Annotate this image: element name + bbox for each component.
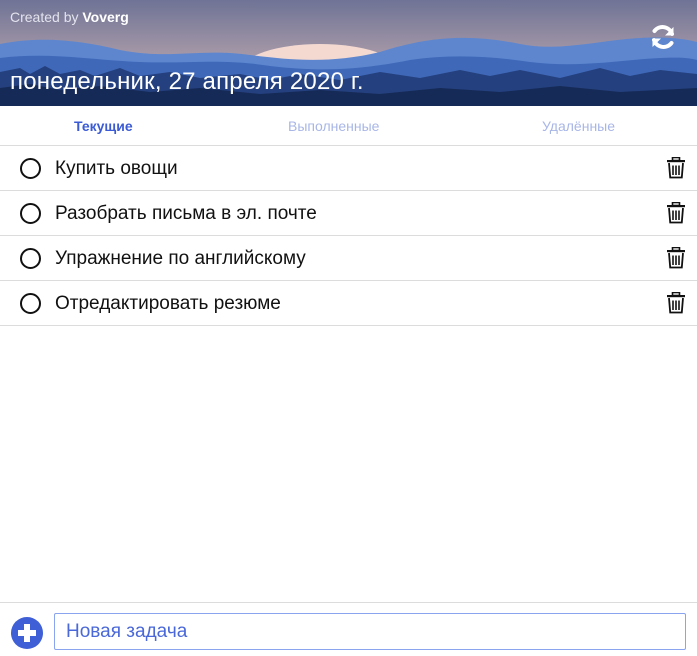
task-list: Купить овощи Разобрать письма в эл. почт… [0, 146, 697, 326]
credit-author-link[interactable]: Voverg [82, 9, 128, 25]
task-item: Разобрать письма в эл. почте [0, 191, 697, 236]
task-text: Купить овощи [55, 158, 178, 179]
credit-text: Created by Voverg [10, 9, 129, 25]
tab-deleted[interactable]: Удалённые [542, 118, 615, 134]
task-item: Купить овощи [0, 146, 697, 191]
current-date: понедельник, 27 апреля 2020 г. [10, 68, 364, 95]
task-tabs: Текущие Выполненные Удалённые [0, 106, 697, 146]
trash-icon[interactable] [666, 247, 686, 269]
task-checkbox[interactable] [20, 203, 41, 224]
task-item: Упражнение по английскому [0, 236, 697, 281]
refresh-icon[interactable] [648, 22, 678, 52]
header-banner: Created by Voverg понедельник, 27 апреля… [0, 0, 697, 106]
task-item: Отредактировать резюме [0, 281, 697, 326]
task-text: Разобрать письма в эл. почте [55, 203, 317, 224]
task-checkbox[interactable] [20, 293, 41, 314]
tab-current[interactable]: Текущие [74, 118, 133, 134]
new-task-input[interactable] [54, 613, 686, 650]
new-task-bar [0, 602, 697, 656]
task-text: Упражнение по английскому [55, 248, 306, 269]
task-text: Отредактировать резюме [55, 293, 281, 314]
task-checkbox[interactable] [20, 248, 41, 269]
credit-prefix: Created by [10, 9, 79, 25]
trash-icon[interactable] [666, 292, 686, 314]
tab-completed[interactable]: Выполненные [288, 118, 379, 134]
trash-icon[interactable] [666, 157, 686, 179]
trash-icon[interactable] [666, 202, 686, 224]
task-checkbox[interactable] [20, 158, 41, 179]
plus-circle-icon[interactable] [10, 616, 44, 650]
